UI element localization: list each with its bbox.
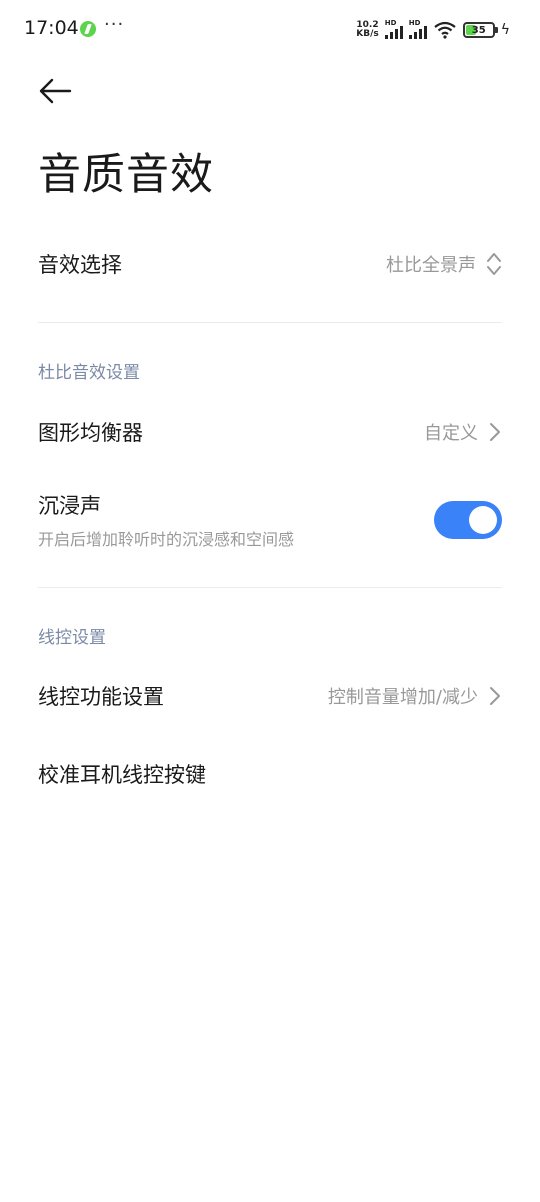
back-arrow-icon[interactable] [38, 76, 72, 106]
equalizer-label: 图形均衡器 [38, 421, 143, 445]
section-header-dolby: 杜比音效设置 [38, 363, 140, 383]
battery-level: 35 [471, 24, 486, 36]
signal-hd-label-2: HD [408, 19, 421, 27]
app-notification-icon [80, 21, 96, 37]
calibrate-label: 校准耳机线控按键 [38, 763, 206, 787]
net-speed-unit: KB/s [356, 29, 379, 39]
calibrate-row[interactable]: 校准耳机线控按键 [38, 754, 502, 794]
immersive-row[interactable]: 沉浸声 开启后增加聆听时的沉浸感和空间感 [38, 490, 502, 550]
signal-hd-label: HD [384, 19, 397, 27]
signal-icon-2: HD [408, 19, 427, 39]
signal-icon: HD [384, 19, 403, 39]
page-title: 音质音效 [38, 150, 214, 200]
net-speed: 10.2 KB/s [356, 21, 378, 39]
immersive-label: 沉浸声 [38, 494, 101, 518]
equalizer-value: 自定义 [424, 423, 478, 444]
up-down-arrow-icon [487, 253, 501, 275]
wire-function-label: 线控功能设置 [38, 685, 164, 709]
more-notifications-icon: ··· [104, 14, 125, 35]
effect-select-value: 杜比全景声 [386, 255, 476, 276]
status-time: 17:04 [24, 17, 79, 39]
chevron-right-icon [490, 423, 500, 441]
immersive-description: 开启后增加聆听时的沉浸感和空间感 [38, 530, 295, 549]
battery-icon: 35 [462, 22, 498, 38]
equalizer-row[interactable]: 图形均衡器 自定义 [38, 412, 502, 452]
immersive-toggle[interactable] [434, 501, 502, 539]
wire-function-row[interactable]: 线控功能设置 控制音量增加/减少 [38, 676, 502, 716]
chevron-right-icon [490, 687, 500, 705]
divider [38, 322, 502, 323]
effect-select-row[interactable]: 音效选择 杜比全景声 [38, 244, 502, 284]
divider [38, 587, 502, 588]
immersive-text: 沉浸声 开启后增加聆听时的沉浸感和空间感 [38, 490, 294, 550]
effect-select-value-group[interactable]: 杜比全景声 [386, 251, 502, 277]
equalizer-value-group: 自定义 [424, 419, 502, 445]
status-icons: 10.2 KB/s HD HD 35 ϟ [356, 18, 510, 42]
charging-icon: ϟ [500, 22, 510, 38]
wire-function-value-group: 控制音量增加/减少 [328, 683, 502, 709]
wire-function-value: 控制音量增加/减少 [327, 687, 478, 708]
wifi-icon [434, 21, 456, 39]
effect-select-label: 音效选择 [38, 253, 122, 277]
section-header-wire-control: 线控设置 [38, 628, 106, 648]
status-bar: 17:04 ··· 10.2 KB/s HD HD 35 ϟ [0, 0, 540, 60]
